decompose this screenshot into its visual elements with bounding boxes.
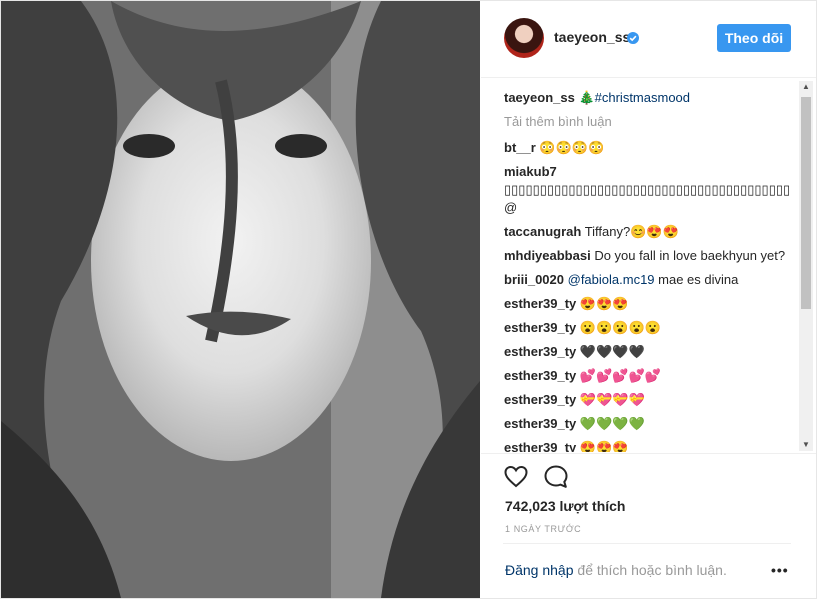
comment-username[interactable]: esther39_ty bbox=[504, 344, 576, 359]
comment-username[interactable]: mhdiyeabbasi bbox=[504, 248, 591, 263]
comment-row: briii_0020 @fabiola.mc19 mae es divina bbox=[504, 271, 794, 289]
comment-row: esther39_ty 💕💕💕💕💕 bbox=[504, 367, 794, 385]
comments-list[interactable]: taeyeon_ss 🎄#christmasmood Tải thêm bình… bbox=[481, 78, 816, 452]
post-side-panel: taeyeon_ss Theo dõi taeyeon_ss 🎄#christm… bbox=[481, 1, 816, 598]
comment-text: 😍😍😍 bbox=[579, 296, 629, 311]
more-options-icon[interactable]: ••• bbox=[771, 562, 789, 578]
follow-button[interactable]: Theo dõi bbox=[717, 24, 791, 52]
comment-text: Tiffany?😊😍😍 bbox=[584, 224, 679, 239]
comment-username[interactable]: esther39_ty bbox=[504, 416, 576, 431]
author-avatar[interactable] bbox=[504, 18, 544, 58]
comment-username[interactable]: esther39_ty bbox=[504, 296, 576, 311]
portrait-image bbox=[1, 1, 480, 598]
comment-username[interactable]: esther39_ty bbox=[504, 440, 576, 452]
comment-text: 😳😳😳😳 bbox=[539, 140, 605, 155]
comment-text: 💚💚💚💚 bbox=[579, 416, 645, 431]
caption: taeyeon_ss 🎄#christmasmood bbox=[504, 89, 794, 107]
login-footer: Đăng nhập để thích hoặc bình luận. ••• bbox=[503, 543, 791, 599]
scrollbar-thumb[interactable] bbox=[801, 97, 811, 309]
comment-text: 💕💕💕💕💕 bbox=[579, 368, 661, 383]
post-photo[interactable] bbox=[1, 1, 480, 598]
load-more-comments[interactable]: Tải thêm bình luận bbox=[504, 114, 794, 129]
comment-items: bt__r 😳😳😳😳 miakub7 ▯▯▯▯▯▯▯▯▯▯▯▯▯▯▯▯▯▯▯▯▯▯… bbox=[504, 139, 794, 452]
comment-mention[interactable]: @fabiola.mc19 bbox=[568, 272, 655, 287]
comment-username[interactable]: taccanugrah bbox=[504, 224, 581, 239]
comment-username[interactable]: esther39_ty bbox=[504, 392, 576, 407]
author-username[interactable]: taeyeon_ss bbox=[554, 29, 630, 45]
comment-row: esther39_ty 😍😍😍 bbox=[504, 295, 794, 313]
comment-username[interactable]: briii_0020 bbox=[504, 272, 564, 287]
scroll-down-arrow-icon[interactable]: ▼ bbox=[799, 439, 813, 451]
comment-row: esther39_ty 💝💝💝💝 bbox=[504, 391, 794, 409]
comment-row: bt__r 😳😳😳😳 bbox=[504, 139, 794, 157]
login-prompt: Đăng nhập để thích hoặc bình luận. bbox=[505, 562, 727, 578]
comment-username[interactable]: miakub7 bbox=[504, 164, 557, 179]
login-prompt-text: để thích hoặc bình luận. bbox=[573, 562, 727, 578]
post-window: taeyeon_ss Theo dõi taeyeon_ss 🎄#christm… bbox=[0, 0, 817, 599]
comment-text: mae es divina bbox=[654, 272, 739, 287]
comment-text: ▯▯▯▯▯▯▯▯▯▯▯▯▯▯▯▯▯▯▯▯▯▯▯▯▯▯▯▯▯▯▯▯▯▯▯▯▯▯▯▯… bbox=[504, 182, 791, 215]
comment-row: esther39_ty 😍😍😍 bbox=[504, 439, 794, 452]
comment-username[interactable]: esther39_ty bbox=[504, 320, 576, 335]
comment-row: esther39_ty 💚💚💚💚 bbox=[504, 415, 794, 433]
scroll-up-arrow-icon[interactable]: ▲ bbox=[799, 81, 813, 93]
caption-username[interactable]: taeyeon_ss bbox=[504, 90, 575, 105]
comment-text: 💝💝💝💝 bbox=[579, 392, 645, 407]
comment-username[interactable]: esther39_ty bbox=[504, 368, 576, 383]
caption-text[interactable]: 🎄#christmasmood bbox=[578, 90, 690, 105]
comment-text: 🖤🖤🖤🖤 bbox=[579, 344, 645, 359]
comment-row: mhdiyeabbasi Do you fall in love baekhyu… bbox=[504, 247, 794, 265]
verified-badge-icon bbox=[627, 32, 639, 44]
comment-row: miakub7 ▯▯▯▯▯▯▯▯▯▯▯▯▯▯▯▯▯▯▯▯▯▯▯▯▯▯▯▯▯▯▯▯… bbox=[504, 163, 794, 217]
comment-row: taccanugrah Tiffany?😊😍😍 bbox=[504, 223, 794, 241]
login-link[interactable]: Đăng nhập bbox=[505, 562, 574, 578]
comment-text: 😍😍😍 bbox=[579, 440, 629, 452]
comment-text: 😮😮😮😮😮 bbox=[579, 320, 661, 335]
comment-username[interactable]: bt__r bbox=[504, 140, 536, 155]
heart-icon[interactable] bbox=[503, 464, 529, 490]
comments-scrollbar[interactable]: ▲ ▼ bbox=[799, 81, 813, 451]
comment-row: esther39_ty 😮😮😮😮😮 bbox=[504, 319, 794, 337]
post-timestamp[interactable]: 1 NGÀY TRƯỚC bbox=[505, 524, 581, 534]
comment-bubble-icon[interactable] bbox=[543, 464, 569, 490]
comment-row: esther39_ty 🖤🖤🖤🖤 bbox=[504, 343, 794, 361]
comment-text: Do you fall in love baekhyun yet? bbox=[594, 248, 786, 263]
post-header: taeyeon_ss Theo dõi bbox=[481, 1, 816, 78]
like-count[interactable]: 742,023 lượt thích bbox=[505, 498, 625, 514]
